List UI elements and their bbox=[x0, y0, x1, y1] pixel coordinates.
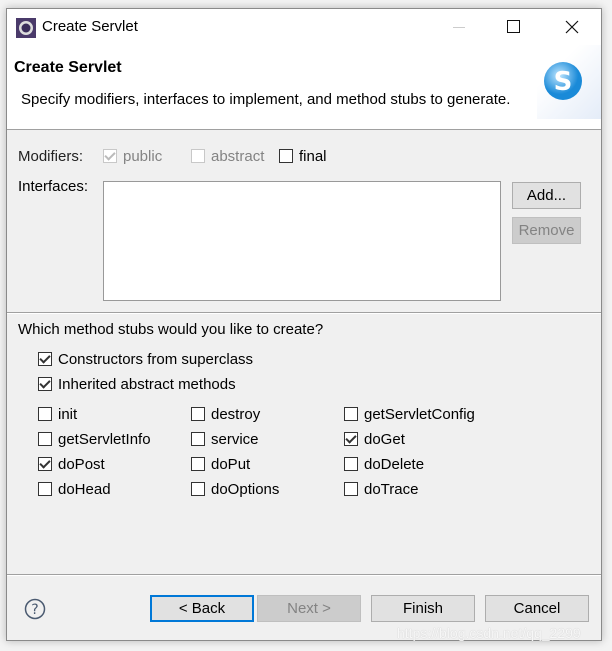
stub-dopost-label: doPost bbox=[58, 456, 105, 473]
watermark: https://blog.csdn.net/qq_2299 bbox=[397, 625, 581, 641]
final-label: final bbox=[299, 148, 327, 165]
stub-service-checkbox[interactable] bbox=[191, 432, 205, 446]
interfaces-label: Interfaces: bbox=[18, 178, 89, 195]
stub-getservletinfo-label: getServletInfo bbox=[58, 431, 151, 448]
stub-getservletinfo-checkbox[interactable] bbox=[38, 432, 52, 446]
abstract-checkbox[interactable] bbox=[191, 149, 205, 163]
wizard-header: Create Servlet Specify modifiers, interf… bbox=[7, 45, 601, 130]
wizard-description: Specify modifiers, interfaces to impleme… bbox=[21, 91, 511, 108]
stubs-question: Which method stubs would you like to cre… bbox=[18, 321, 324, 338]
finish-button[interactable]: Finish bbox=[371, 595, 475, 622]
stub-general-checkbox[interactable] bbox=[38, 377, 52, 391]
maximize-button[interactable] bbox=[507, 20, 520, 33]
create-servlet-dialog: Create Servlet Create Servlet Specify mo… bbox=[6, 8, 602, 641]
stub-dohead-checkbox[interactable] bbox=[38, 482, 52, 496]
stub-getservletconfig-label: getServletConfig bbox=[364, 406, 475, 423]
stub-getservletconfig-checkbox[interactable] bbox=[344, 407, 358, 421]
stub-init-label: init bbox=[58, 406, 78, 423]
stub-doput-checkbox[interactable] bbox=[191, 457, 205, 471]
stub-doget-checkbox[interactable] bbox=[344, 432, 358, 446]
stub-dodelete-label: doDelete bbox=[364, 456, 425, 473]
stub-service-label: service bbox=[211, 431, 259, 448]
stub-dohead-label: doHead bbox=[58, 481, 111, 498]
stub-dopost-checkbox[interactable] bbox=[38, 457, 52, 471]
close-icon[interactable] bbox=[565, 20, 579, 34]
back-button[interactable]: < Back bbox=[150, 595, 254, 622]
stub-general-label: Inherited abstract methods bbox=[58, 376, 236, 393]
cancel-button[interactable]: Cancel bbox=[485, 595, 589, 622]
stub-doput-label: doPut bbox=[211, 456, 251, 473]
wizard-title: Create Servlet bbox=[14, 59, 122, 76]
window-title: Create Servlet bbox=[42, 18, 138, 35]
stub-dooptions-checkbox[interactable] bbox=[191, 482, 205, 496]
add-interface-button[interactable]: Add... bbox=[512, 182, 581, 209]
public-checkbox[interactable] bbox=[103, 149, 117, 163]
eclipse-app-icon bbox=[16, 18, 36, 38]
final-checkbox[interactable] bbox=[279, 149, 293, 163]
next-button[interactable]: Next > bbox=[257, 595, 361, 622]
divider bbox=[7, 574, 601, 576]
interfaces-list[interactable] bbox=[103, 181, 501, 301]
remove-interface-button[interactable]: Remove bbox=[512, 217, 581, 244]
stub-general-checkbox[interactable] bbox=[38, 352, 52, 366]
title-bar: Create Servlet bbox=[7, 9, 601, 45]
stub-dooptions-label: doOptions bbox=[211, 481, 280, 498]
stub-dotrace-checkbox[interactable] bbox=[344, 482, 358, 496]
svg-text:?: ? bbox=[31, 602, 38, 618]
stub-dodelete-checkbox[interactable] bbox=[344, 457, 358, 471]
stub-doget-label: doGet bbox=[364, 431, 405, 448]
public-label: public bbox=[123, 148, 163, 165]
modifiers-label: Modifiers: bbox=[18, 148, 84, 165]
divider bbox=[7, 312, 601, 314]
stub-init-checkbox[interactable] bbox=[38, 407, 52, 421]
servlet-logo-icon: S bbox=[544, 62, 582, 100]
minimize-button[interactable] bbox=[453, 27, 465, 28]
svg-text:S: S bbox=[554, 67, 573, 97]
stub-destroy-label: destroy bbox=[211, 406, 261, 423]
help-icon[interactable]: ? bbox=[24, 598, 46, 620]
abstract-label: abstract bbox=[211, 148, 265, 165]
stub-general-label: Constructors from superclass bbox=[58, 351, 254, 368]
stub-dotrace-label: doTrace bbox=[364, 481, 419, 498]
stub-destroy-checkbox[interactable] bbox=[191, 407, 205, 421]
